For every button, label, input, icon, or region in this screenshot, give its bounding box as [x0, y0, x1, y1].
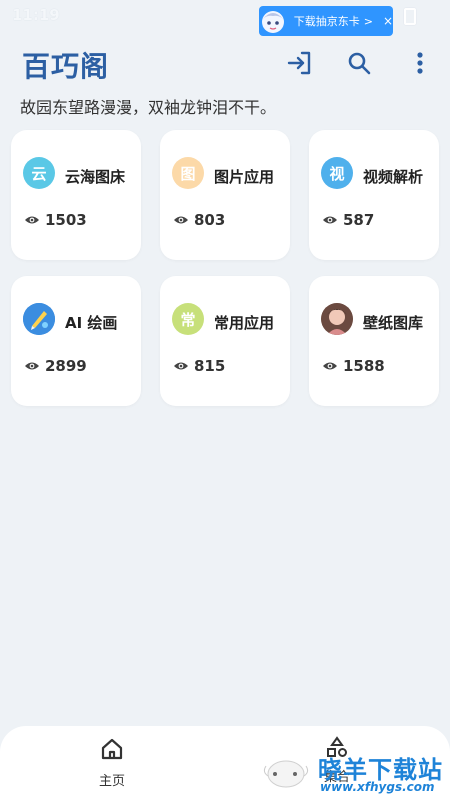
card-title: 图片应用 — [214, 168, 275, 186]
view-count-value: 803 — [194, 211, 226, 229]
view-count: 1588 — [322, 357, 385, 375]
mascot-icon — [259, 6, 288, 36]
nav-home-label: 主页 — [98, 774, 125, 789]
eye-icon — [25, 216, 39, 224]
paint-brush-icon — [23, 303, 55, 335]
search-icon[interactable] — [344, 48, 374, 78]
home-icon — [101, 738, 123, 760]
view-count: 815 — [173, 357, 225, 375]
watermark-url: www.xfhygs.com — [320, 780, 435, 794]
card-title: 常用应用 — [214, 314, 275, 332]
nav-home[interactable]: 主页 — [80, 738, 144, 794]
chevron-right-icon: > — [363, 14, 373, 28]
app-title: 百巧阁 — [22, 50, 110, 83]
view-count: 2899 — [24, 357, 87, 375]
card-badge: 常 — [172, 303, 204, 335]
card-title: 视频解析 — [363, 168, 424, 186]
view-count-value: 815 — [194, 357, 226, 375]
card-title: 云海图床 — [65, 168, 126, 186]
card-title: 壁纸图库 — [363, 314, 424, 332]
card-image-apps[interactable]: 图 图片应用 803 — [160, 130, 290, 260]
close-icon[interactable]: × — [383, 14, 393, 28]
card-wallpaper-gallery[interactable]: 壁纸图库 1588 — [309, 276, 439, 406]
battery-icon — [404, 8, 416, 25]
card-ai-painting[interactable]: AI 绘画 2899 — [11, 276, 141, 406]
ad-text[interactable]: 下载抽京东卡 — [294, 13, 360, 29]
eye-icon — [174, 216, 188, 224]
view-count-value: 587 — [343, 211, 375, 229]
card-badge: 视 — [321, 157, 353, 189]
view-count-value: 2899 — [45, 357, 87, 375]
ad-banner[interactable]: 下载抽京东卡 > × — [259, 6, 393, 36]
view-count: 587 — [322, 211, 374, 229]
card-badge: 图 — [172, 157, 204, 189]
sheep-logo-icon — [263, 760, 309, 788]
eye-icon — [323, 216, 337, 224]
eye-icon — [323, 362, 337, 370]
status-time: 11:19 — [12, 6, 60, 24]
card-title: AI 绘画 — [65, 314, 118, 332]
card-video-parse[interactable]: 视 视频解析 587 — [309, 130, 439, 260]
subtitle-quote: 故园东望路漫漫，双袖龙钟泪不干。 — [20, 98, 277, 117]
eye-icon — [25, 362, 39, 370]
card-badge: 云 — [23, 157, 55, 189]
login-icon[interactable] — [285, 48, 315, 78]
card-cloud-image-host[interactable]: 云 云海图床 1503 — [11, 130, 141, 260]
card-common-apps[interactable]: 常 常用应用 815 — [160, 276, 290, 406]
view-count-value: 1503 — [45, 211, 87, 229]
view-count-value: 1588 — [343, 357, 385, 375]
view-count: 1503 — [24, 211, 87, 229]
view-count: 803 — [173, 211, 225, 229]
wallpaper-avatar — [321, 303, 353, 335]
site-watermark: 晓羊下载站 www.xfhygs.com — [262, 748, 450, 800]
more-vert-icon[interactable] — [405, 48, 435, 78]
eye-icon — [174, 362, 188, 370]
